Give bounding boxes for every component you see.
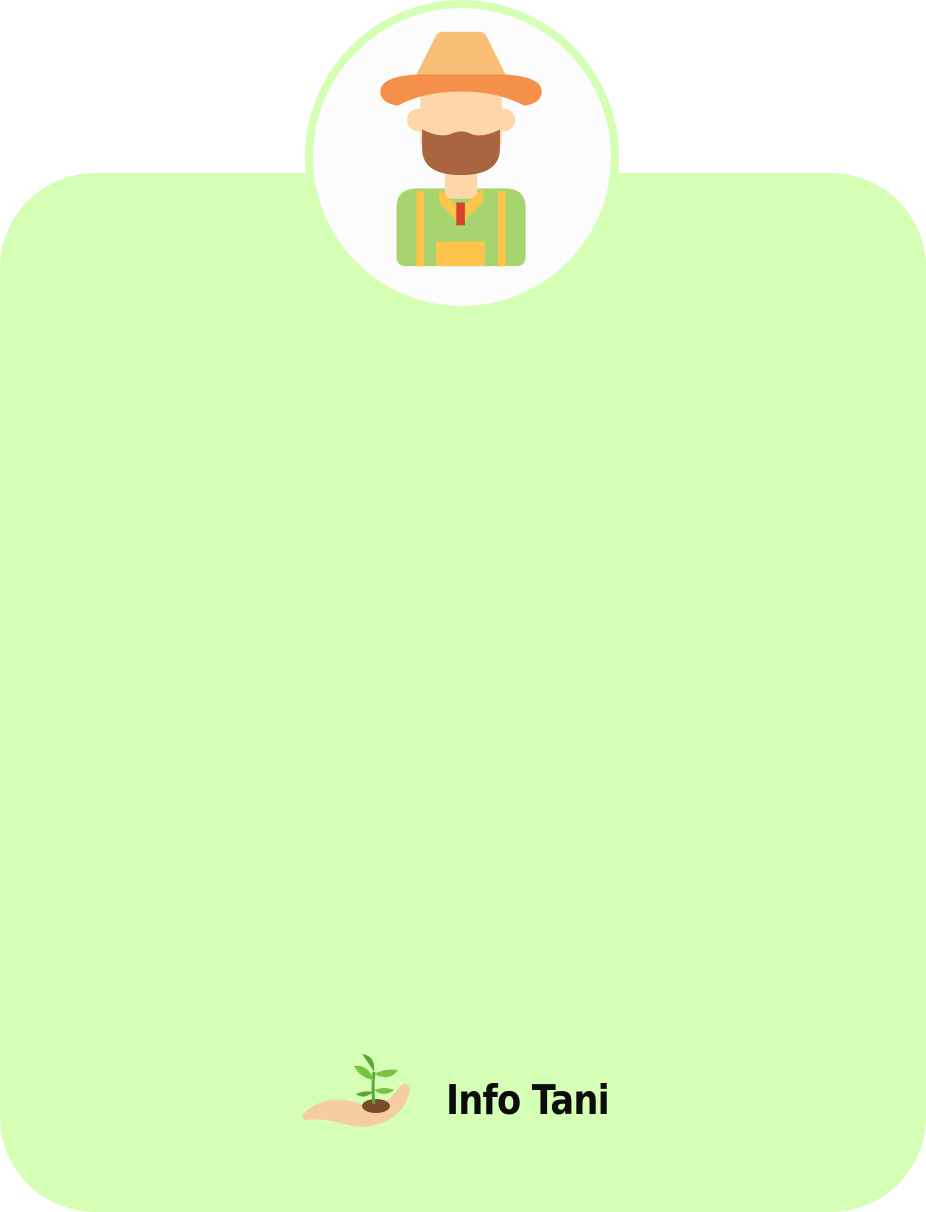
seedling-in-hand-icon	[302, 1054, 410, 1127]
app-screen: Info Tani	[0, 0, 926, 1212]
app-title: Info Tani	[446, 1076, 610, 1124]
avatar	[305, 0, 619, 314]
brand: Info Tani	[300, 1050, 640, 1134]
avatar-frame	[313, 8, 611, 306]
farmer-avatar-icon	[380, 31, 542, 267]
